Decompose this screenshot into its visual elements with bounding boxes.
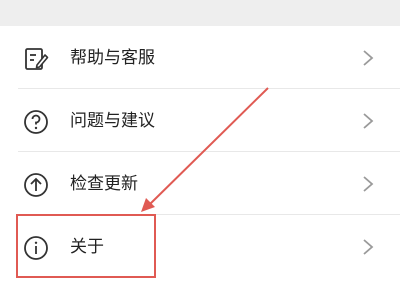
highlight-box: [16, 214, 156, 278]
arrow-up-circle-icon: [22, 171, 50, 199]
menu-item-feedback[interactable]: 问题与建议: [0, 89, 400, 151]
chevron-right-icon: [362, 175, 374, 193]
menu-item-help-service[interactable]: 帮助与客服: [0, 26, 400, 88]
menu-item-label: 帮助与客服: [70, 48, 155, 68]
top-strip: [0, 0, 400, 26]
menu-item-label: 检查更新: [70, 174, 138, 194]
question-circle-icon: [22, 108, 50, 136]
edit-document-icon: [22, 45, 50, 73]
chevron-right-icon: [362, 238, 374, 256]
menu-item-check-update[interactable]: 检查更新: [0, 152, 400, 214]
chevron-right-icon: [362, 112, 374, 130]
menu-item-label: 问题与建议: [70, 111, 155, 131]
chevron-right-icon: [362, 49, 374, 67]
